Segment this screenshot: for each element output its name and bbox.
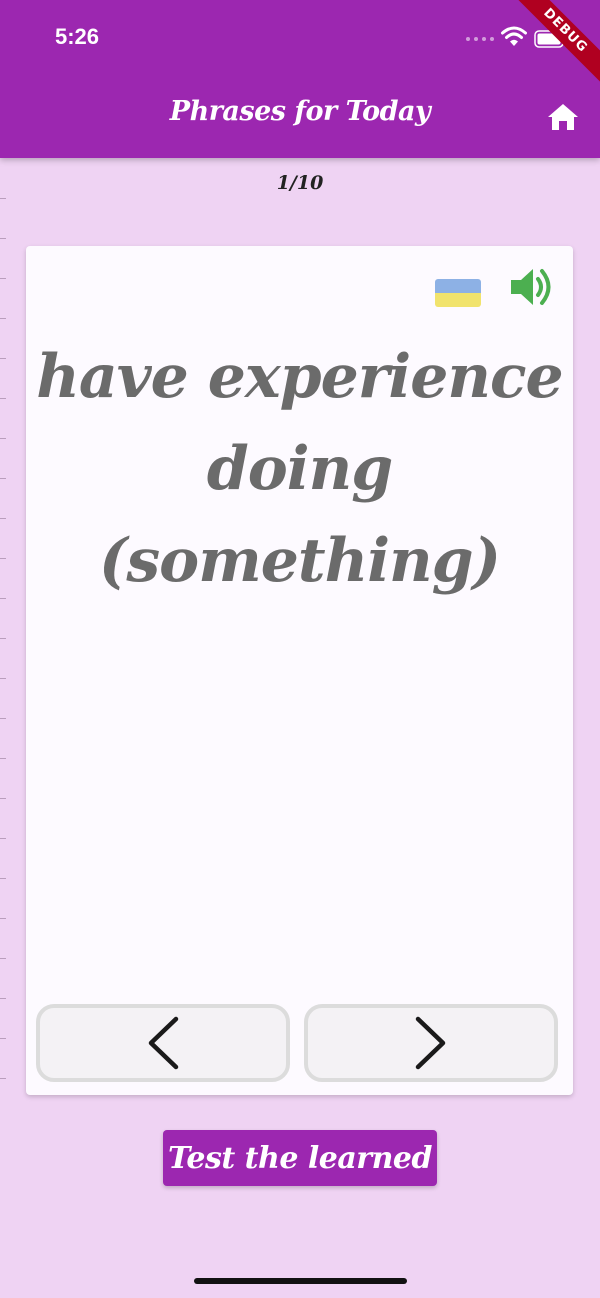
app-bar: 5:26 DEBUG Phrases for Today [0,0,600,158]
page-title: Phrases for Today [169,96,431,127]
test-learned-button[interactable]: Test the learned [163,1130,437,1186]
speaker-icon[interactable] [509,266,555,308]
phrase-text: have experience doing (something) [26,331,573,607]
status-time: 5:26 [55,24,100,49]
ukraine-flag-icon[interactable] [435,279,481,307]
chevron-left-icon [148,1016,179,1070]
progress-counter: 1/10 [276,172,324,194]
phrase-line-2: doing (something) [99,434,501,596]
scroll-ruler [0,158,8,1088]
wifi-icon [501,26,527,46]
phrase-line-1: have experience [36,342,563,412]
flashcard: have experience doing (something) [26,246,573,1095]
previous-button[interactable] [36,1004,290,1082]
home-indicator[interactable] [194,1278,407,1284]
home-icon[interactable] [546,102,580,132]
chevron-right-icon [415,1016,446,1070]
next-button[interactable] [304,1004,558,1082]
signal-icon [466,37,494,41]
